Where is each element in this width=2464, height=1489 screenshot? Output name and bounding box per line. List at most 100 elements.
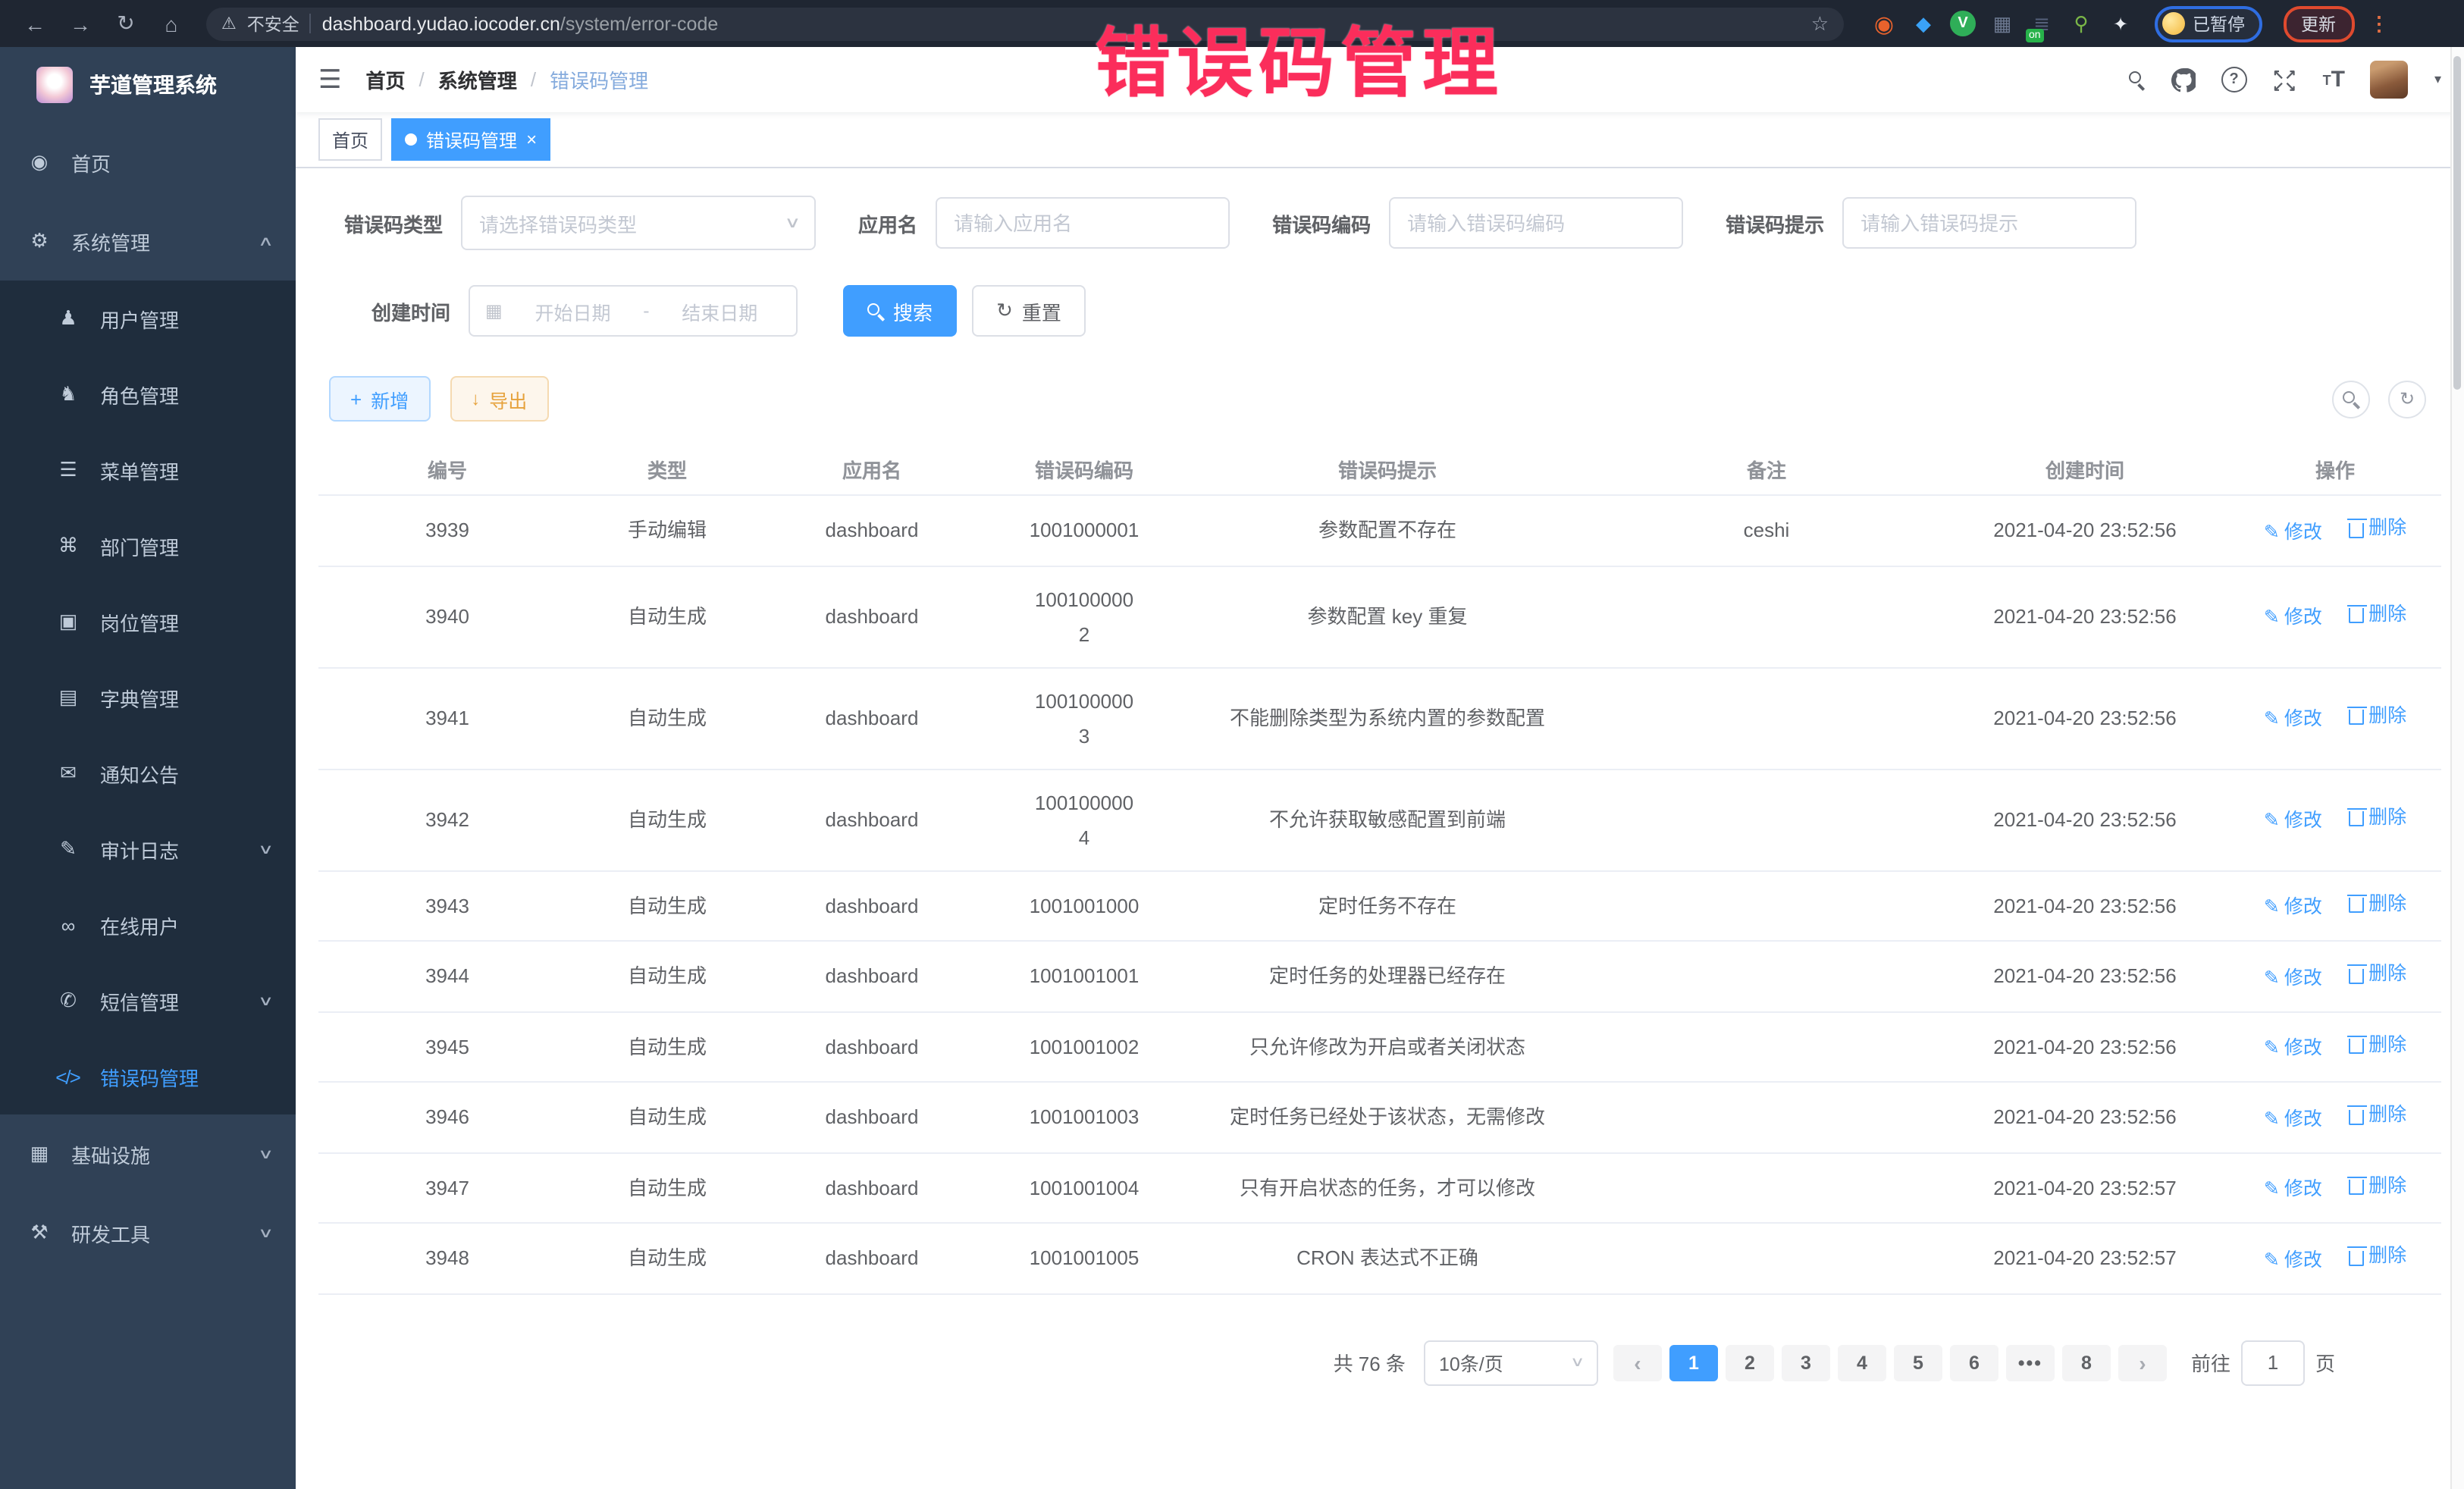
sidebar-item[interactable]: ♟ 用户管理 [0, 281, 296, 356]
extension-icon[interactable]: ▦ [1989, 11, 2015, 36]
edit-link[interactable]: ✎修改 [2264, 1172, 2322, 1207]
sidebar-item[interactable]: ◉ 首页 [0, 123, 296, 202]
breadcrumb-item[interactable]: 首页 [366, 65, 406, 94]
user-avatar[interactable] [2371, 61, 2409, 99]
refresh-table-button[interactable]: ↻ [2388, 380, 2426, 418]
pen-icon: ✎ [2264, 1172, 2280, 1207]
sidebar-item[interactable]: ▦ 基础设施 ∨ [0, 1114, 296, 1193]
date-range-picker[interactable]: ▦ 开始日期 - 结束日期 [469, 285, 798, 337]
page-number-button[interactable]: 3 [1782, 1344, 1830, 1381]
sidebar-item[interactable]: ☰ 菜单管理 [0, 432, 296, 508]
cell-app: dashboard [758, 1152, 986, 1223]
page-number-button[interactable]: 1 [1669, 1344, 1718, 1381]
forward-icon[interactable]: → [61, 11, 100, 36]
edit-link[interactable]: ✎修改 [2264, 961, 2322, 995]
delete-link[interactable]: 删除 [2349, 801, 2406, 835]
sidebar-item[interactable]: ⌘ 部门管理 [0, 508, 296, 584]
error-type-select[interactable]: 请选择错误码类型 ∨ [461, 196, 816, 250]
sidebar-item[interactable]: ▤ 字典管理 [0, 660, 296, 735]
font-size-icon[interactable]: TT [2323, 67, 2345, 92]
sidebar-item[interactable]: ∞ 在线用户 [0, 887, 296, 963]
edit-link[interactable]: ✎修改 [2264, 703, 2322, 738]
bookmark-star-icon[interactable]: ☆ [1811, 11, 1829, 36]
hamburger-icon[interactable]: ☰ [318, 64, 342, 95]
sidebar-item[interactable]: ♞ 角色管理 [0, 356, 296, 432]
browser-profile-chip[interactable]: 已暂停 [2155, 5, 2262, 42]
back-icon[interactable]: ← [15, 11, 55, 36]
scrollbar-track[interactable] [2450, 47, 2464, 1489]
page-number-button[interactable]: 8 [2062, 1344, 2111, 1381]
sidebar-item[interactable]: ✆ 短信管理 ∨ [0, 963, 296, 1039]
edit-link[interactable]: ✎修改 [2264, 1102, 2322, 1136]
edit-link[interactable]: ✎修改 [2264, 1031, 2322, 1066]
sidebar-item[interactable]: ⚙ 系统管理 ∧ [0, 202, 296, 281]
reload-icon[interactable]: ↻ [106, 11, 146, 36]
delete-link[interactable]: 删除 [2349, 1098, 2406, 1133]
prev-page-button[interactable]: ‹ [1613, 1344, 1662, 1381]
edit-link[interactable]: ✎修改 [2264, 515, 2322, 550]
chrome-update-button[interactable]: 更新 [2283, 5, 2354, 42]
org-tree-icon: ⌘ [55, 534, 80, 558]
extension-icon[interactable]: ≣ on [2029, 11, 2055, 36]
page-number-button[interactable]: 2 [1726, 1344, 1774, 1381]
sidebar-item[interactable]: ✉ 通知公告 [0, 735, 296, 811]
security-label[interactable]: 不安全 [247, 11, 299, 36]
browser-menu-icon[interactable]: ⋮ [2369, 11, 2389, 36]
search-button[interactable]: 搜索 [843, 285, 957, 337]
toggle-search-button[interactable] [2332, 380, 2370, 418]
delete-link[interactable]: 删除 [2349, 699, 2406, 734]
sidebar-item[interactable]: ▣ 岗位管理 [0, 584, 296, 660]
sidebar-item[interactable]: ✎ 审计日志 ∨ [0, 811, 296, 887]
sidebar-item-label: 错误码管理 [100, 1062, 199, 1091]
page-number-button[interactable]: 6 [1950, 1344, 1998, 1381]
delete-link[interactable]: 删除 [2349, 957, 2406, 992]
extension-icon[interactable]: ◆ [1911, 11, 1936, 36]
scrollbar-thumb[interactable] [2453, 56, 2461, 390]
edit-link[interactable]: ✎修改 [2264, 804, 2322, 839]
delete-link[interactable]: 删除 [2349, 886, 2406, 921]
chevron-icon: ∨ [259, 841, 274, 857]
sidebar-item[interactable]: </> 错误码管理 [0, 1039, 296, 1114]
home-icon[interactable]: ⌂ [152, 11, 191, 36]
reset-button[interactable]: ↻ 重置 [972, 285, 1086, 337]
trash-icon [2349, 1250, 2364, 1265]
next-page-button[interactable]: › [2118, 1344, 2167, 1381]
search-icon[interactable] [2129, 71, 2146, 88]
extension-icon[interactable]: ✦ [2108, 11, 2133, 36]
page-size-select[interactable]: 10条/页 ∨ [1424, 1340, 1598, 1385]
error-code-input[interactable] [1389, 197, 1683, 249]
app-name-input[interactable] [936, 197, 1230, 249]
tab-close-icon[interactable]: × [526, 130, 537, 149]
breadcrumb-separator: / [531, 68, 536, 91]
edit-link[interactable]: ✎修改 [2264, 1243, 2322, 1277]
caret-down-icon[interactable]: ▾ [2434, 71, 2441, 88]
delete-link[interactable]: 删除 [2349, 511, 2406, 546]
extension-icon[interactable]: V [1950, 11, 1976, 36]
breadcrumb-item[interactable]: 错误码管理 [550, 65, 648, 94]
delete-link[interactable]: 删除 [2349, 597, 2406, 632]
error-code-icon: </> [55, 1065, 80, 1088]
page-tab[interactable]: 首页 [318, 118, 382, 161]
export-button[interactable]: ↓ 导出 [450, 376, 548, 422]
breadcrumb-item[interactable]: 系统管理 [438, 65, 517, 94]
delete-link[interactable]: 删除 [2349, 1027, 2406, 1062]
error-hint-input[interactable] [1842, 197, 2136, 249]
help-icon[interactable]: ? [2221, 67, 2247, 92]
fullscreen-icon[interactable]: ↖↗ ↙↘ [2273, 67, 2297, 92]
delete-link[interactable]: 删除 [2349, 1239, 2406, 1274]
page-number-button[interactable]: 5 [1894, 1344, 1942, 1381]
edit-link[interactable]: ✎修改 [2264, 601, 2322, 636]
edit-link[interactable]: ✎修改 [2264, 890, 2322, 925]
add-button[interactable]: + 新增 [329, 376, 430, 422]
sidebar-item[interactable]: ⚒ 研发工具 ∨ [0, 1193, 296, 1272]
address-bar[interactable]: ⚠ 不安全 dashboard.yudao.iocoder.cn/system/… [206, 7, 1844, 40]
extension-icon[interactable]: ◉ [1871, 11, 1897, 36]
extension-icon[interactable]: ⚲ [2068, 11, 2094, 36]
delete-link[interactable]: 删除 [2349, 1168, 2406, 1203]
cell-note [1592, 870, 1941, 941]
github-icon[interactable] [2171, 67, 2196, 92]
page-tab[interactable]: 错误码管理 × [391, 118, 550, 161]
page-number-button[interactable]: ••• [2006, 1344, 2055, 1381]
page-number-button[interactable]: 4 [1838, 1344, 1886, 1381]
goto-page-input[interactable] [2241, 1340, 2305, 1385]
